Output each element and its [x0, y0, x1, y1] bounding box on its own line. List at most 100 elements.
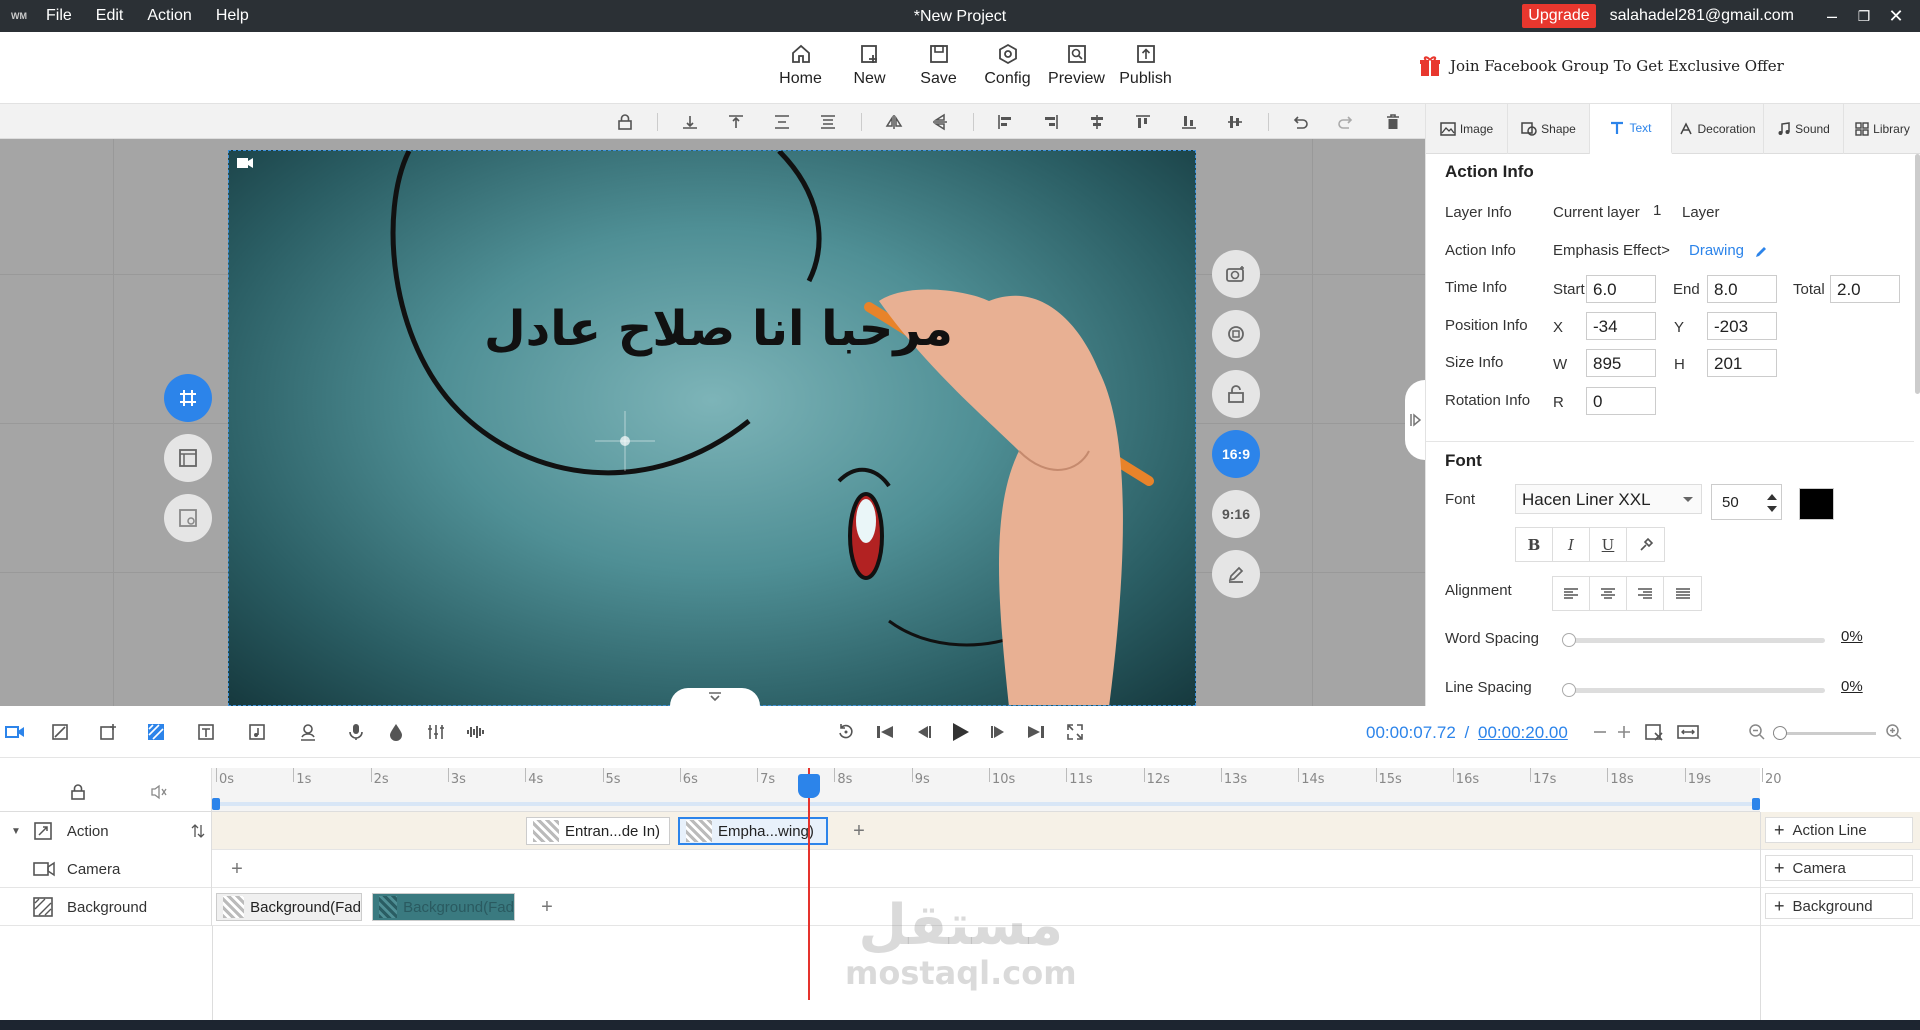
- ratio-16-9-button[interactable]: 16:9: [1212, 430, 1260, 478]
- fit-timeline-button[interactable]: [1676, 720, 1700, 744]
- grid-toggle-button[interactable]: [164, 374, 212, 422]
- lock-icon[interactable]: [614, 111, 636, 133]
- waveform-button[interactable]: [464, 720, 488, 744]
- total-duration[interactable]: 00:00:20.00: [1478, 723, 1568, 742]
- tab-sound[interactable]: Sound: [1764, 104, 1844, 154]
- font-family-select[interactable]: Hacen Liner XXL: [1515, 484, 1702, 514]
- redo-icon[interactable]: [1335, 111, 1357, 133]
- playhead-line[interactable]: [808, 768, 810, 1000]
- layout-button[interactable]: [164, 434, 212, 482]
- decrease-duration-button[interactable]: [1588, 720, 1612, 744]
- tab-text[interactable]: Text: [1590, 104, 1672, 154]
- rotate-button[interactable]: [1212, 310, 1260, 358]
- expand-caret-icon[interactable]: ▼: [11, 826, 21, 837]
- edit-effect-icon[interactable]: [1754, 244, 1769, 259]
- menu-edit[interactable]: Edit: [96, 7, 124, 25]
- panel-scrollbar[interactable]: [1915, 154, 1920, 394]
- step-back-button[interactable]: [912, 720, 936, 744]
- align-top-edge-icon[interactable]: [725, 111, 747, 133]
- play-button[interactable]: [948, 720, 972, 744]
- preview-button[interactable]: Preview: [1042, 40, 1111, 88]
- add-action-plus-icon[interactable]: +: [848, 820, 870, 842]
- align-bottom-edge-icon[interactable]: [679, 111, 701, 133]
- zoom-out-button[interactable]: [1745, 720, 1769, 744]
- delete-icon[interactable]: [1382, 111, 1404, 133]
- align-right-icon[interactable]: [1040, 111, 1062, 133]
- home-button[interactable]: Home: [766, 40, 835, 88]
- timeline-zoom-slider[interactable]: [1773, 726, 1876, 740]
- add-camera-line-button[interactable]: + Camera: [1765, 855, 1913, 881]
- total-time-field[interactable]: 2.0: [1830, 275, 1900, 303]
- font-size-stepper[interactable]: 50: [1711, 484, 1782, 520]
- rotation-field[interactable]: 0: [1586, 387, 1656, 415]
- position-y-field[interactable]: -203: [1707, 312, 1777, 340]
- size-w-field[interactable]: 895: [1586, 349, 1656, 377]
- ratio-9-16-button[interactable]: 9:16: [1212, 490, 1260, 538]
- replay-button[interactable]: [834, 720, 858, 744]
- distribute-vertical-icon[interactable]: [771, 111, 793, 133]
- fullscreen-button[interactable]: [1063, 720, 1087, 744]
- tab-image[interactable]: Image: [1426, 104, 1508, 154]
- split-clip-button[interactable]: [1643, 720, 1667, 744]
- add-character-button[interactable]: [296, 720, 320, 744]
- align-left-icon[interactable]: [994, 111, 1016, 133]
- tab-library[interactable]: Library: [1844, 104, 1920, 154]
- add-background-button[interactable]: [144, 720, 168, 744]
- text-align-center-button[interactable]: [1590, 577, 1627, 610]
- background-clip-2[interactable]: Background(Fad: [372, 893, 515, 921]
- unlock-button[interactable]: [1212, 370, 1260, 418]
- add-music-button[interactable]: [245, 720, 269, 744]
- entrance-clip[interactable]: Entran...de In): [526, 817, 670, 845]
- edit-button[interactable]: [1212, 550, 1260, 598]
- align-top-icon[interactable]: [1132, 111, 1154, 133]
- align-center-horizontal-icon[interactable]: [1086, 111, 1108, 133]
- align-center-vertical-icon[interactable]: [1224, 111, 1246, 133]
- add-background-line-button[interactable]: + Background: [1765, 893, 1913, 919]
- account-email[interactable]: salahadel281@gmail.com: [1610, 7, 1794, 25]
- emphasis-clip[interactable]: Empha...wing): [678, 817, 828, 845]
- action-track[interactable]: Entran...de In) Empha...wing) +: [212, 812, 1760, 850]
- publish-button[interactable]: Publish: [1111, 40, 1180, 88]
- bold-button[interactable]: B: [1516, 528, 1553, 561]
- font-color-swatch[interactable]: [1799, 488, 1834, 520]
- word-spacing-slider[interactable]: [1562, 633, 1825, 647]
- reorder-icon[interactable]: [191, 824, 205, 838]
- template-button[interactable]: [164, 494, 212, 542]
- text-align-left-button[interactable]: [1553, 577, 1590, 610]
- step-forward-button[interactable]: [986, 720, 1010, 744]
- increase-duration-button[interactable]: [1612, 720, 1636, 744]
- drawing-effect-link[interactable]: Drawing: [1689, 242, 1744, 259]
- add-image-button[interactable]: [48, 720, 72, 744]
- add-effect-button[interactable]: [384, 720, 408, 744]
- flip-vertical-icon[interactable]: [929, 111, 951, 133]
- camera-track[interactable]: +: [212, 850, 1760, 888]
- stage-canvas[interactable]: مرحبا انا صلاح عادل: [228, 150, 1196, 706]
- zoom-knob[interactable]: [1773, 726, 1787, 740]
- add-camera-button[interactable]: [3, 720, 27, 744]
- add-text-button[interactable]: [194, 720, 218, 744]
- collapse-panel-tab[interactable]: [1405, 380, 1425, 460]
- minimize-icon[interactable]: –: [1816, 6, 1848, 27]
- format-painter-button[interactable]: [1627, 528, 1664, 561]
- equalizer-button[interactable]: [424, 720, 448, 744]
- tab-decoration[interactable]: Decoration: [1672, 104, 1764, 154]
- lock-all-icon[interactable]: [69, 783, 87, 801]
- upgrade-button[interactable]: Upgrade: [1522, 4, 1596, 28]
- playback-range[interactable]: [216, 802, 1756, 806]
- config-button[interactable]: Config: [973, 40, 1042, 88]
- save-button[interactable]: Save: [904, 40, 973, 88]
- size-h-field[interactable]: 201: [1707, 349, 1777, 377]
- undo-icon[interactable]: [1289, 111, 1311, 133]
- facebook-promo[interactable]: Join Facebook Group To Get Exclusive Off…: [1418, 54, 1784, 78]
- time-ruler[interactable]: 0s 1s 2s 3s 4s 5s 6s 7s 8s 9s 10s 11s 12s 13s 14s 15s 16…: [212, 768, 1782, 812]
- flip-horizontal-icon[interactable]: [883, 111, 905, 133]
- canvas-text-layer[interactable]: مرحبا انا صلاح عادل: [484, 301, 953, 357]
- increase-size-icon[interactable]: [1767, 494, 1777, 500]
- collapse-timeline-tab[interactable]: [670, 688, 760, 706]
- align-bottom-icon[interactable]: [1178, 111, 1200, 133]
- menu-file[interactable]: File: [46, 7, 72, 25]
- tab-shape[interactable]: Shape: [1508, 104, 1590, 154]
- playhead-handle[interactable]: [798, 774, 820, 798]
- snapshot-button[interactable]: [1212, 250, 1260, 298]
- menu-help[interactable]: Help: [216, 7, 249, 25]
